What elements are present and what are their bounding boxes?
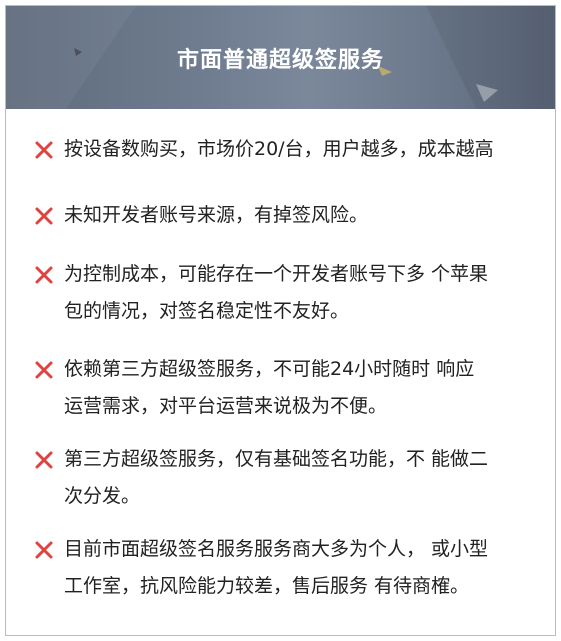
item-text: 目前市面超级签名服务服务商大多为个人， 或小型 工作室，抗风险能力较差，售后服务…	[64, 531, 534, 605]
item-line: 运营需求，对平台运营来说极为不便。	[64, 395, 388, 417]
item-line: 包的情况，对签名稳定性不友好。	[64, 300, 350, 322]
cross-icon	[35, 541, 53, 559]
item-line: 工作室，抗风险能力较差，售后服务 有待商榷。	[64, 575, 470, 597]
card-header: 市面普通超级签服务	[6, 6, 555, 109]
item-line: 依赖第三方超级签服务，不可能24小时随时 响应	[64, 358, 475, 380]
item-line: 为控制成本，可能存在一个开发者账号下多 个苹果	[64, 263, 489, 285]
item-text: 按设备数购买，市场价20/台，用户越多，成本越高	[64, 131, 534, 168]
cross-icon	[35, 266, 53, 284]
item-line: 次分发。	[64, 485, 141, 507]
item-text: 第三方超级签服务，仅有基础签名功能，不 能做二 次分发。	[64, 441, 534, 515]
item-text: 未知开发者账号来源，有掉签风险。	[64, 197, 534, 234]
item-line: 目前市面超级签名服务服务商大多为个人， 或小型	[64, 538, 489, 560]
item-line: 未知开发者账号来源，有掉签风险。	[64, 204, 369, 226]
page-title: 市面普通超级签服务	[176, 48, 384, 73]
item-text: 依赖第三方超级签服务，不可能24小时随时 响应 运营需求，对平台运营来说极为不便…	[64, 351, 534, 425]
service-card: 市面普通超级签服务 按设备数购买，市场价20/台，用户越多，成本越高 未知开发者…	[5, 5, 556, 636]
cross-icon	[35, 451, 53, 469]
cross-icon	[35, 141, 53, 159]
item-line: 按设备数购买，市场价20/台，用户越多，成本越高	[64, 138, 494, 160]
item-text: 为控制成本，可能存在一个开发者账号下多 个苹果 包的情况，对签名稳定性不友好。	[64, 256, 534, 330]
cross-icon	[35, 207, 53, 225]
item-line: 第三方超级签服务，仅有基础签名功能，不 能做二	[64, 448, 489, 470]
cross-icon	[35, 361, 53, 379]
